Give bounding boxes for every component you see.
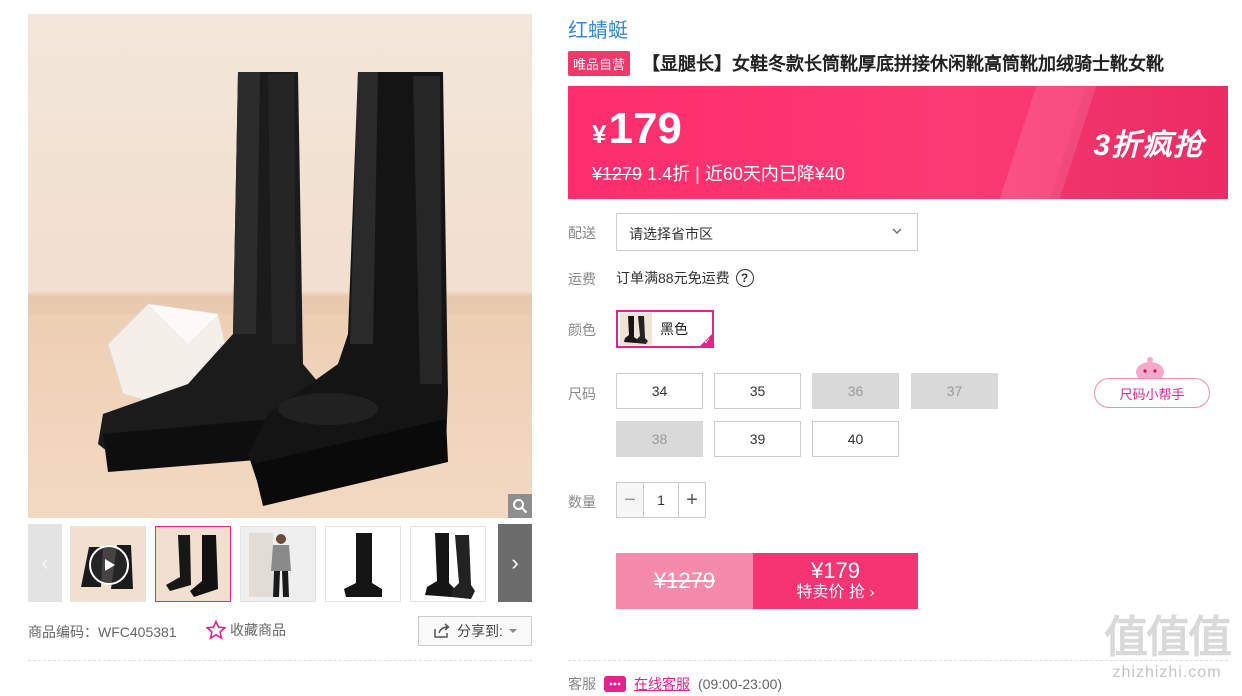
star-icon (206, 620, 226, 640)
color-option-black[interactable]: 黑色 ✓ (616, 310, 714, 348)
color-swatch-image (620, 313, 652, 345)
quantity-stepper: − 1 + (616, 482, 706, 518)
share-icon (434, 623, 450, 638)
service-label: 客服 (568, 676, 596, 692)
size-option-disabled: 38 (616, 421, 703, 457)
customer-service-row: 客服 在线客服 (09:00-23:00) (568, 674, 782, 694)
thumbnail-model[interactable] (240, 526, 316, 602)
size-option[interactable]: 39 (714, 421, 801, 457)
shipping-text: 订单满88元免运费 (616, 270, 730, 286)
size-option-disabled: 36 (812, 373, 899, 409)
service-hours: (09:00-23:00) (698, 676, 783, 692)
price-banner: ¥ 179 ¥1279 1.4折 | 近60天内已降¥40 3折疯抢 (568, 86, 1228, 199)
size-option-disabled: 37 (911, 373, 998, 409)
thumbnail-image (241, 527, 315, 601)
online-service-link[interactable]: 在线客服 (634, 674, 690, 694)
sku: 商品编码：WFC405381 (28, 622, 177, 642)
boots-illustration (98, 72, 448, 506)
size-option[interactable]: 40 (812, 421, 899, 457)
color-label: 颜色 (568, 322, 596, 338)
buy-cta-label: 特卖价 抢 › (796, 584, 875, 601)
region-select-placeholder: 请选择省市区 (629, 226, 713, 242)
chevron-down-icon (892, 228, 902, 234)
size-label: 尺码 (568, 386, 596, 402)
size-option[interactable]: 34 (616, 373, 703, 409)
sku-value: WFC405381 (98, 624, 177, 640)
caret-down-icon (508, 629, 517, 633)
thumbnail-image (156, 527, 230, 601)
watermark-logo: 值值值 (1104, 613, 1232, 662)
watermark: 值值值 zhizhizhi.com (1092, 612, 1242, 696)
title-row: 唯品自营 【显腿长】女鞋冬款长筒靴厚底拼接休闲靴高筒靴加绒骑士靴女靴 (568, 50, 1164, 76)
self-operated-badge: 唯品自营 (568, 50, 631, 76)
price-separator: | (695, 164, 700, 184)
play-icon[interactable] (89, 545, 129, 585)
zoom-button[interactable] (508, 494, 532, 518)
favorite-button[interactable]: 收藏商品 (206, 620, 286, 640)
thumbnail-image (326, 527, 400, 601)
quantity-value[interactable]: 1 (643, 483, 679, 517)
discount-rate: 1.4折 (647, 164, 691, 184)
buy-now[interactable]: ¥179 特卖价 抢 › (753, 553, 918, 609)
original-price: ¥1279 (592, 164, 643, 184)
watermark-url: zhizhizhi.com (1112, 664, 1222, 681)
delivery-label: 配送 (568, 225, 596, 241)
quantity-decrease-button[interactable]: − (617, 483, 643, 517)
share-label: 分享到: (457, 623, 503, 639)
sku-label: 商品编码： (28, 624, 98, 640)
price-details: ¥1279 1.4折 | 近60天内已降¥40 (592, 160, 845, 186)
size-option[interactable]: 35 (714, 373, 801, 409)
divider (28, 660, 532, 661)
thumbnail-video[interactable] (70, 526, 146, 602)
buy-current-price: ¥179 (811, 558, 860, 583)
thumb-next-button[interactable]: › (498, 524, 532, 602)
check-icon: ✓ (703, 336, 711, 346)
buy-original-price: ¥1279 (616, 553, 753, 609)
chat-icon (604, 676, 626, 692)
quantity-increase-button[interactable]: + (679, 483, 705, 517)
main-product-image[interactable] (28, 14, 532, 518)
product-meta-row: 商品编码：WFC405381 收藏商品 分享到: (28, 616, 532, 646)
color-option-label: 黑色 (660, 321, 688, 337)
shipping-label: 运费 (568, 271, 596, 287)
thumbnail-strip: ‹ › (28, 524, 532, 604)
thumb-prev-button[interactable]: ‹ (28, 524, 62, 602)
price-drop-note: 近60天内已降¥40 (704, 164, 845, 184)
thumbnail-boots-front[interactable] (155, 526, 231, 602)
favorite-label: 收藏商品 (230, 622, 286, 638)
thumbnail-image (411, 527, 485, 601)
chevron-left-icon: ‹ (41, 550, 49, 575)
question-icon[interactable]: ? (735, 269, 754, 287)
current-price-value: 179 (608, 104, 682, 153)
product-title: 【显腿长】女鞋冬款长筒靴厚底拼接休闲靴高筒靴加绒骑士靴女靴 (642, 54, 1165, 74)
chevron-right-icon: › (511, 550, 519, 575)
magnifier-icon (513, 499, 528, 514)
share-dropdown[interactable]: 分享到: (418, 616, 532, 646)
thumbnail-boots-side[interactable] (325, 526, 401, 602)
buy-button[interactable]: ¥1279 ¥179 特卖价 抢 › (616, 553, 918, 609)
region-select[interactable]: 请选择省市区 (616, 213, 918, 251)
current-price: ¥ 179 (592, 104, 682, 154)
quantity-label: 数量 (568, 494, 596, 510)
brand-link[interactable]: 红蜻蜓 (568, 14, 628, 43)
thumbnail-boots-angle[interactable] (410, 526, 486, 602)
size-helper-button[interactable]: 尺码小帮手 (1094, 378, 1210, 408)
shipping-info: 订单满88元免运费 ? (616, 268, 754, 288)
currency-symbol: ¥ (592, 119, 607, 149)
promo-label: 3折疯抢 (1093, 129, 1204, 162)
